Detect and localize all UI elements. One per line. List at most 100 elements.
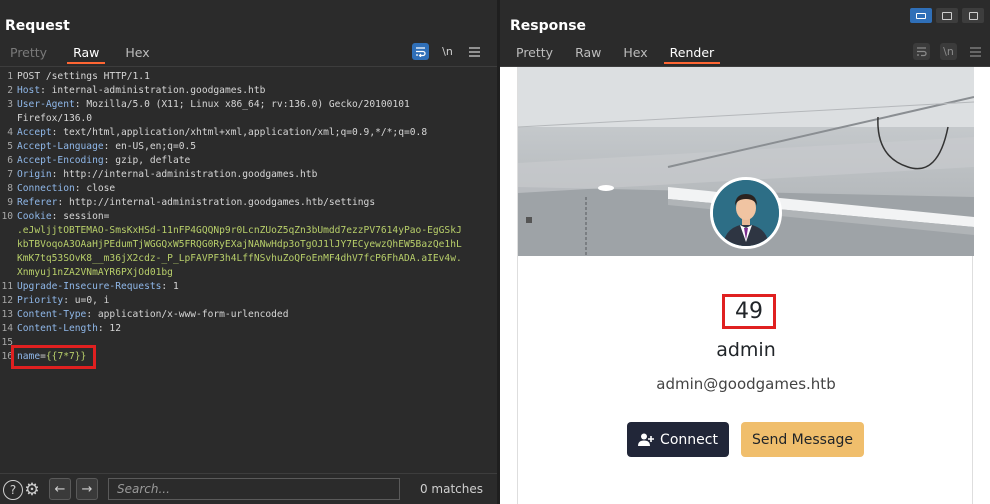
tab-pretty[interactable]: Pretty [510,44,559,64]
header-value: KmK7tq53SOvK8__m36jX2cdz-_P_LpFAVPF3h4Lf… [17,253,462,264]
layout-side-by-side-icon[interactable] [910,8,932,23]
send-message-button[interactable]: Send Message [741,422,864,457]
code-line[interactable]: name={{7*7}} [17,350,489,364]
code-text: : en-US,en;q=0.5 [103,141,197,152]
line-number: 12 [1,295,13,306]
code-line[interactable]: Xnmyuj1nZA2VNmAYR6PXjOd01bg [17,266,489,280]
connect-label: Connect [660,431,718,448]
line-number: 8 [7,183,13,194]
code-line[interactable]: Referer: http://internal-administration.… [17,196,489,210]
code-text: Firefox/136.0 [17,113,93,124]
tab-hex[interactable]: Hex [617,44,653,64]
code-text: : session= [51,211,110,222]
header-name: Priority [17,295,64,306]
header-name: Upgrade-Insecure-Requests [17,281,162,292]
settings-gear-icon[interactable]: ⚙ [22,480,42,500]
code-line[interactable]: Content-Length: 12 [17,322,489,336]
line-number [0,252,13,266]
layout-stacked-icon[interactable] [936,8,958,23]
header-name: User-Agent [17,99,75,110]
header-name: Host [17,85,41,96]
send-message-label: Send Message [751,431,854,448]
newline-toggle-icon[interactable]: \n [940,43,957,60]
next-match-button[interactable]: → [76,478,98,500]
header-name: Content-Type [17,309,87,320]
previous-match-button[interactable]: ← [49,478,71,500]
tab-hex[interactable]: Hex [119,44,155,64]
response-pane: Response Pretty Raw Hex Render \n 49 adm… [500,0,990,504]
code-text: : application/x-www-form-urlencoded [86,309,289,320]
header-value: .eJwljjtOBTEMAO-SmsKxHSd-11nFP4GQQNp9r0L… [17,225,462,236]
line-number: 6 [7,155,13,166]
menu-icon[interactable] [466,43,483,60]
code-line[interactable]: Firefox/136.0 [17,112,489,126]
menu-icon[interactable] [967,43,984,60]
line-number: 10 [1,211,13,222]
header-name: Accept [17,127,52,138]
request-tabs: Pretty Raw Hex [4,44,170,64]
code-text: : close [74,183,116,194]
request-pane: Request Pretty Raw Hex \n 1 2 3 4 5 6 7 8 9 10 11 1… [0,0,497,504]
header-name: Origin [17,169,52,180]
tab-render[interactable]: Render [663,44,721,64]
tab-raw[interactable]: Raw [569,44,607,64]
line-number [0,224,13,238]
code-line[interactable]: Upgrade-Insecure-Requests: 1 [17,280,489,294]
request-text[interactable]: POST /settings HTTP/1.1 Host: internal-ad… [17,70,489,364]
tab-pretty[interactable]: Pretty [4,44,53,64]
connect-button[interactable]: Connect [627,422,729,457]
code-line[interactable]: kbTBVoqoA3OAaHjPEdumTjWGGQxW5FRQG0RyEXaj… [17,238,489,252]
layout-switcher [910,8,984,23]
response-tabs: Pretty Raw Hex Render [510,44,730,64]
profile-username: admin [716,339,776,361]
code-text: : Mozilla/5.0 (X11; Linux x86_64; rv:136… [74,99,410,110]
help-icon[interactable]: ? [3,480,23,500]
code-line[interactable]: Content-Type: application/x-www-form-url… [17,308,489,322]
line-number-gutter: 1 2 3 4 5 6 7 8 9 10 11 12 13 14 15 16 [0,70,13,364]
layout-tabs-icon[interactable] [962,8,984,23]
line-number: 5 [7,141,13,152]
code-line[interactable]: POST /settings HTTP/1.1 [17,70,489,84]
code-line[interactable]: Connection: close [17,182,489,196]
line-number: 3 [7,99,13,110]
code-line[interactable]: Accept-Language: en-US,en;q=0.5 [17,140,489,154]
search-input[interactable] [108,478,400,500]
code-text: : 12 [97,323,121,334]
tab-raw[interactable]: Raw [67,44,106,64]
header-value: kbTBVoqoA3OAaHjPEdumTjWGGQxW5FRQG0RyEXaj… [17,239,462,250]
code-line[interactable]: Accept: text/html,application/xhtml+xml,… [17,126,489,140]
code-text: : text/html,application/xhtml+xml,applic… [51,127,428,138]
code-line[interactable]: Cookie: session= [17,210,489,224]
newline-toggle-icon[interactable]: \n [439,43,456,60]
line-number [0,266,13,280]
request-editor[interactable]: 1 2 3 4 5 6 7 8 9 10 11 12 13 14 15 16 POST /settings H… [0,66,497,470]
code-text: : u=0, i [63,295,110,306]
code-text: : http://internal-administration.goodgam… [51,169,318,180]
header-name: Accept-Encoding [17,155,104,166]
rendered-page: 49 admin admin@goodgames.htb Connect Sen… [500,66,990,504]
code-line[interactable]: Accept-Encoding: gzip, deflate [17,154,489,168]
code-text: POST /settings HTTP/1.1 [17,71,150,82]
line-number: 15 [1,337,13,348]
code-line[interactable]: Priority: u=0, i [17,294,489,308]
add-user-icon [638,433,655,446]
wrap-lines-icon[interactable] [913,43,930,60]
burp-repeater-window: Request Pretty Raw Hex \n 1 2 3 4 5 6 7 8 9 10 11 1… [0,0,990,504]
code-line[interactable] [17,336,489,350]
line-number [0,112,13,126]
line-number: 16 [1,351,13,362]
arrow-right-icon: → [81,481,93,497]
match-count: 0 matches [419,482,483,496]
request-title: Request [5,18,70,34]
wrap-lines-icon[interactable] [412,43,429,60]
header-name: Accept-Language [17,141,104,152]
header-name: Connection [17,183,75,194]
ssti-result-value: 49 [735,299,763,324]
code-line[interactable]: Host: internal-administration.goodgames.… [17,84,489,98]
code-line[interactable]: Origin: http://internal-administration.g… [17,168,489,182]
code-line[interactable]: KmK7tq53SOvK8__m36jX2cdz-_P_LpFAVPF3h4Lf… [17,252,489,266]
response-title: Response [510,18,587,34]
line-number: 13 [1,309,13,320]
code-line[interactable]: User-Agent: Mozilla/5.0 (X11; Linux x86_… [17,98,489,112]
code-line[interactable]: .eJwljjtOBTEMAO-SmsKxHSd-11nFP4GQQNp9r0L… [17,224,489,238]
